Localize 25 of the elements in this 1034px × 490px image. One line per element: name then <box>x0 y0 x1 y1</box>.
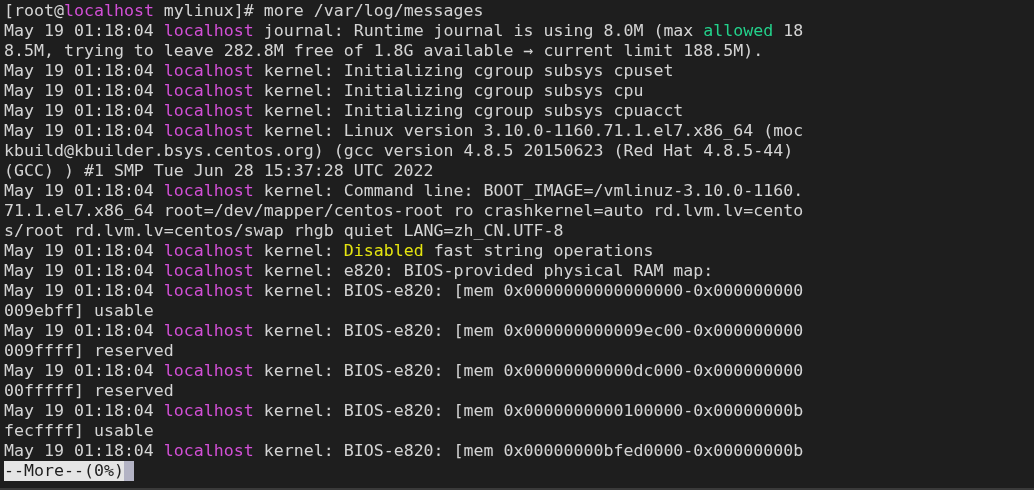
terminal-line: 00fffff] reserved <box>4 381 174 401</box>
terminal-line: May 19 01:18:04 localhost kernel: BIOS-e820: [mem 0x00000000bfed0000-0x00000000b <box>4 441 804 461</box>
terminal-line: fecffff] usable <box>4 421 154 441</box>
terminal-line: (GCC) ) #1 SMP Tue Jun 28 15:37:28 UTC 2022 <box>4 161 434 181</box>
terminal-line: s/root rd.lvm.lv=centos/swap rhgb quiet LANG=zh_CN.UTF-8 <box>4 221 564 241</box>
terminal-line: 71.1.el7.x86_64 root=/dev/mapper/centos-root ro crashkernel=auto rd.lvm.lv=cento <box>4 201 804 221</box>
terminal-line: 8.5M, trying to leave 282.8M free of 1.8G available → current limit 188.5M). <box>4 41 764 61</box>
terminal-line: May 19 01:18:04 localhost kernel: Command line: BOOT_IMAGE=/vmlinuz-3.10.0-1160. <box>4 181 804 201</box>
terminal-line: kbuild@kbuilder.bsys.centos.org) (gcc version 4.8.5 20150623 (Red Hat 4.8.5-44) <box>4 141 794 161</box>
cursor-icon <box>123 461 134 481</box>
terminal-line: 009ffff] reserved <box>4 341 174 361</box>
terminal-line: May 19 01:18:04 localhost kernel: Initializing cgroup subsys cpuset <box>4 61 674 81</box>
terminal-line: May 19 01:18:04 localhost kernel: Linux version 3.10.0-1160.71.1.el7.x86_64 (moc <box>4 121 804 141</box>
terminal-line: [root@localhost mylinux]# more /var/log/messages <box>4 1 484 21</box>
terminal-line: May 19 01:18:04 localhost journal: Runtime journal is using 8.0M (max allowed 18 <box>4 21 804 41</box>
terminal-line: May 19 01:18:04 localhost kernel: BIOS-e820: [mem 0x0000000000100000-0x00000000b <box>4 401 804 421</box>
terminal-line: May 19 01:18:04 localhost kernel: Initializing cgroup subsys cpuacct <box>4 101 684 121</box>
terminal-line: May 19 01:18:04 localhost kernel: Initializing cgroup subsys cpu <box>4 81 644 101</box>
terminal-line: May 19 01:18:04 localhost kernel: BIOS-e820: [mem 0x000000000009ec00-0x000000000 <box>4 321 804 341</box>
terminal-line: May 19 01:18:04 localhost kernel: BIOS-e820: [mem 0x0000000000000000-0x000000000 <box>4 281 804 301</box>
terminal-line: May 19 01:18:04 localhost kernel: Disabled fast string operations <box>4 241 654 261</box>
terminal-line: May 19 01:18:04 localhost kernel: e820: BIOS-provided physical RAM map: <box>4 261 714 281</box>
terminal-line: 009ebff] usable <box>4 301 154 321</box>
pager-prompt: --More--(0%) <box>4 461 124 481</box>
terminal-line: May 19 01:18:04 localhost kernel: BIOS-e820: [mem 0x00000000000dc000-0x000000000 <box>4 361 804 381</box>
